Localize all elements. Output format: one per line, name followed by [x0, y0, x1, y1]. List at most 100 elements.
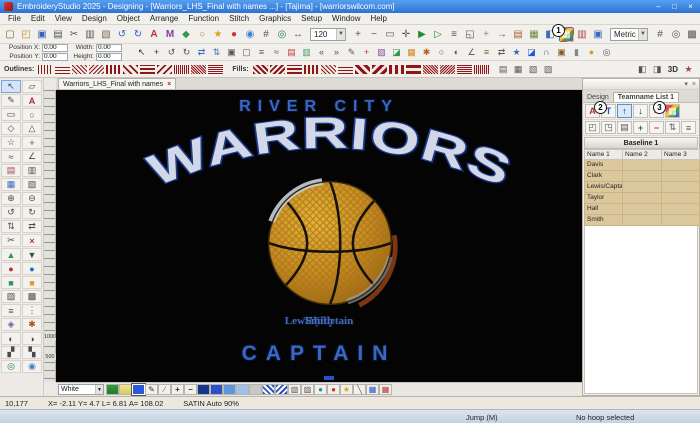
- teamname-add-icon[interactable]: ▥: [575, 27, 590, 42]
- garment-yellow-icon[interactable]: [119, 384, 132, 395]
- column-header[interactable]: Name 1: [584, 149, 623, 160]
- outline-style-chip[interactable]: [208, 65, 223, 74]
- jump-start-icon[interactable]: «: [315, 45, 329, 59]
- open-design-icon[interactable]: ◰: [19, 27, 34, 42]
- menu-item[interactable]: Stitch: [224, 14, 254, 23]
- close-tab-icon[interactable]: ×: [167, 81, 171, 88]
- design-canvas[interactable]: RIVER CITY WARRIORS: [56, 90, 582, 382]
- redo-icon[interactable]: ↻: [131, 27, 146, 42]
- spacing-icon[interactable]: ≈: [270, 45, 284, 59]
- name-cell[interactable]: Smith: [584, 215, 623, 226]
- name-cell[interactable]: [662, 171, 700, 182]
- add-hole-icon[interactable]: ⊕: [1, 192, 21, 205]
- color-chip[interactable]: [197, 384, 210, 395]
- sort-names-icon[interactable]: ⇅: [665, 121, 680, 134]
- angle-tool-icon[interactable]: ∠: [22, 150, 42, 163]
- jump-end-icon[interactable]: »: [330, 45, 344, 59]
- blend-icon[interactable]: ▧: [288, 384, 301, 395]
- name-cell[interactable]: Clark: [584, 171, 623, 182]
- needle-point-icon[interactable]: +: [479, 27, 494, 42]
- gold-swatch-icon[interactable]: ■: [22, 276, 42, 289]
- remove-hole-icon[interactable]: ⊖: [22, 192, 42, 205]
- teamname-preview-overlay[interactable]: DavisClarkLewis/CaptainTaylorHallSmith: [56, 315, 582, 331]
- show-3d-icon[interactable]: ▩: [685, 27, 700, 42]
- fill-style-chip[interactable]: [406, 65, 421, 74]
- cut-icon[interactable]: ✂: [67, 27, 82, 42]
- triangle-tool-icon[interactable]: △: [22, 122, 42, 135]
- fill-style-chip[interactable]: [287, 65, 302, 74]
- add-row-icon[interactable]: +: [633, 121, 648, 134]
- rotate-ccw-icon[interactable]: ↺: [165, 45, 179, 59]
- outline-style-chip[interactable]: [191, 65, 206, 74]
- units-combo[interactable]: Metric ▼: [610, 28, 648, 41]
- garment-icon[interactable]: ◪: [390, 45, 404, 59]
- menu-item[interactable]: Object: [112, 14, 145, 23]
- table-row[interactable]: Hall: [584, 204, 698, 215]
- overview-window-icon[interactable]: ◱: [463, 27, 478, 42]
- canvas-captain-text[interactable]: CAPTAIN: [56, 342, 582, 366]
- garment-green-icon[interactable]: [106, 384, 119, 395]
- outline-style-chip[interactable]: [140, 65, 155, 74]
- table-row[interactable]: Lewis/Captain: [584, 182, 698, 193]
- contrast-b-icon[interactable]: ◑: [22, 332, 42, 345]
- motif-tool-icon[interactable]: ✱: [22, 318, 42, 331]
- blue-thread-icon[interactable]: ●: [22, 262, 42, 275]
- new-design-icon[interactable]: ▢: [3, 27, 18, 42]
- paste-icon[interactable]: ▧: [99, 27, 114, 42]
- zoom-box-icon[interactable]: ▭: [383, 27, 398, 42]
- slow-redraw-icon[interactable]: ▷: [431, 27, 446, 42]
- table-row[interactable]: Taylor: [584, 193, 698, 204]
- menu-item[interactable]: Edit: [26, 14, 50, 23]
- fill-style-chip[interactable]: [474, 65, 489, 74]
- print-icon[interactable]: ▤: [51, 27, 66, 42]
- outline-style-chip[interactable]: [72, 65, 87, 74]
- column-header[interactable]: Name 3: [662, 149, 700, 160]
- document-tab[interactable]: Warriors_LHS_Final with names ×: [58, 78, 176, 89]
- grid-icon[interactable]: #: [259, 27, 274, 42]
- fill-style-chip[interactable]: [440, 65, 455, 74]
- stitch-type-icon[interactable]: ▤: [496, 62, 510, 76]
- column-header[interactable]: Name 2: [623, 149, 662, 160]
- slash-tool-icon[interactable]: ╲: [353, 384, 366, 395]
- outline-style-chip[interactable]: [174, 65, 189, 74]
- name-cell[interactable]: [662, 215, 700, 226]
- stitch-list-icon[interactable]: ≡: [447, 27, 462, 42]
- mirror-horizontal-icon[interactable]: ⇄: [195, 45, 209, 59]
- ungroup-icon[interactable]: ▢: [240, 45, 254, 59]
- lettering-tool-icon[interactable]: A: [22, 94, 42, 107]
- import-names-icon[interactable]: ◰: [585, 121, 600, 134]
- zoom-out-icon[interactable]: −: [367, 27, 382, 42]
- stitch-angle-icon[interactable]: ∠: [465, 45, 479, 59]
- lasso-select-icon[interactable]: ▱: [22, 80, 42, 93]
- ellipse-tool-icon[interactable]: ○: [22, 108, 42, 121]
- ellipse-icon[interactable]: ○: [195, 27, 210, 42]
- fill-style-chip[interactable]: [355, 65, 370, 74]
- stitch-type-icon[interactable]: ▦: [511, 62, 525, 76]
- menu-item[interactable]: Graphics: [254, 14, 296, 23]
- rotate-cw-tool-icon[interactable]: ↻: [22, 206, 42, 219]
- name-cell[interactable]: [623, 182, 662, 193]
- select-object-icon[interactable]: ↖: [135, 45, 149, 59]
- tab-teamname-list[interactable]: Teamname List 1: [613, 92, 679, 102]
- show-grid-icon[interactable]: #: [653, 27, 668, 42]
- color-film-tool-icon[interactable]: ▤: [1, 164, 21, 177]
- outline-style-chip[interactable]: [157, 65, 172, 74]
- fill-tool-icon[interactable]: ▦: [1, 178, 21, 191]
- align-icon[interactable]: ≡: [255, 45, 269, 59]
- pull-comp-icon[interactable]: ⇄: [495, 45, 509, 59]
- zoom-combo[interactable]: 120 ▼: [310, 28, 346, 41]
- name-cell[interactable]: Taylor: [584, 193, 623, 204]
- move-name-down-icon[interactable]: ↓: [633, 104, 648, 118]
- flip-vertical-icon[interactable]: ⇅: [1, 220, 21, 233]
- current-color-chip[interactable]: [132, 384, 145, 395]
- color-chip[interactable]: [249, 384, 262, 395]
- pattern-chip[interactable]: [275, 384, 288, 395]
- fabric-icon[interactable]: ▦: [527, 27, 542, 42]
- 3d-view-label[interactable]: 3D: [668, 65, 678, 74]
- star-icon[interactable]: ★: [211, 27, 226, 42]
- needle-icon[interactable]: ∕: [158, 384, 171, 395]
- contrast-a-icon[interactable]: ◐: [1, 332, 21, 345]
- name-cell[interactable]: [662, 193, 700, 204]
- panel-close-icon[interactable]: ×: [692, 81, 696, 88]
- effects-icon[interactable]: ★: [510, 45, 524, 59]
